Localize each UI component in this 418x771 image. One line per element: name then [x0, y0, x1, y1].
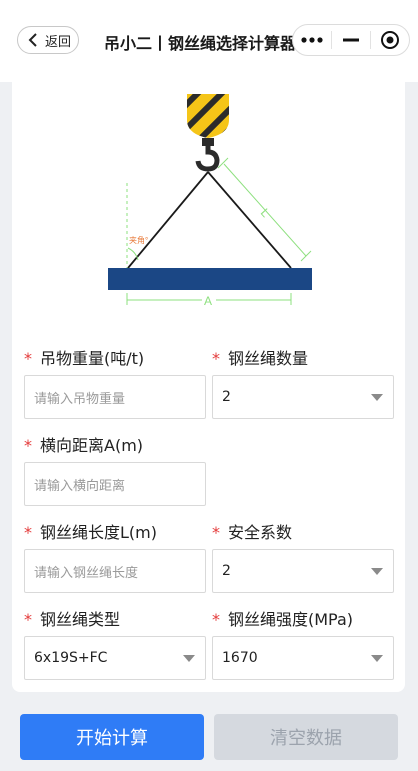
safety-factor-label: * 安全系数: [212, 523, 293, 542]
dropdown-arrow-icon: [371, 393, 383, 401]
mini-program-capsule: [292, 24, 410, 56]
distance-label: * 横向距离A(m): [24, 436, 144, 455]
clear-button[interactable]: 清空数据: [214, 714, 398, 760]
angle-label: 夹角°: [129, 235, 148, 245]
calculate-button[interactable]: 开始计算: [20, 714, 204, 760]
rope-type-value: 6x19S+FC: [34, 650, 108, 666]
rope-right: [207, 171, 292, 269]
length-label: L: [258, 206, 273, 221]
rope-left: [127, 171, 209, 269]
rope-strength-label: * 钢丝绳强度(MPa): [212, 610, 354, 629]
rope-count-label: * 钢丝绳数量: [212, 349, 309, 368]
safety-factor-select[interactable]: 2: [212, 549, 394, 593]
distance-placeholder: 请输入横向距离: [34, 478, 126, 494]
load-beam: [108, 268, 312, 290]
rope-count-select[interactable]: 2: [212, 375, 394, 419]
dropdown-arrow-icon: [183, 654, 195, 662]
back-label: 返回: [45, 34, 72, 50]
distance-input[interactable]: 请输入横向距离: [24, 462, 206, 506]
minimize-icon[interactable]: [332, 25, 370, 55]
rope-strength-value: 1670: [222, 650, 258, 666]
rope-length-label: * 钢丝绳长度L(m): [24, 523, 157, 542]
weight-label: * 吊物重量(吨/t): [24, 349, 145, 368]
crane-hook-icon: [187, 94, 229, 172]
rope-strength-select[interactable]: 1670: [212, 636, 394, 680]
rope-length-input[interactable]: 请输入钢丝绳长度: [24, 549, 206, 593]
rope-type-label: * 钢丝绳类型: [24, 610, 121, 629]
safety-factor-value: 2: [222, 563, 231, 579]
dropdown-arrow-icon: [371, 654, 383, 662]
rope-length-placeholder: 请输入钢丝绳长度: [34, 565, 139, 581]
weight-input[interactable]: 请输入吊物重量: [24, 375, 206, 419]
chevron-left-icon: [28, 33, 37, 47]
rope-count-value: 2: [222, 389, 231, 405]
width-label: A: [204, 294, 212, 308]
lifting-diagram: L 夹角° A: [108, 94, 312, 308]
more-dots-icon[interactable]: [293, 25, 331, 55]
back-button[interactable]: 返回: [17, 26, 79, 54]
dropdown-arrow-icon: [371, 567, 383, 575]
target-close-icon[interactable]: [371, 25, 409, 55]
rope-type-select[interactable]: 6x19S+FC: [24, 636, 206, 680]
weight-placeholder: 请输入吊物重量: [34, 391, 126, 407]
page-title: 吊小二丨钢丝绳选择计算器: [104, 34, 297, 53]
